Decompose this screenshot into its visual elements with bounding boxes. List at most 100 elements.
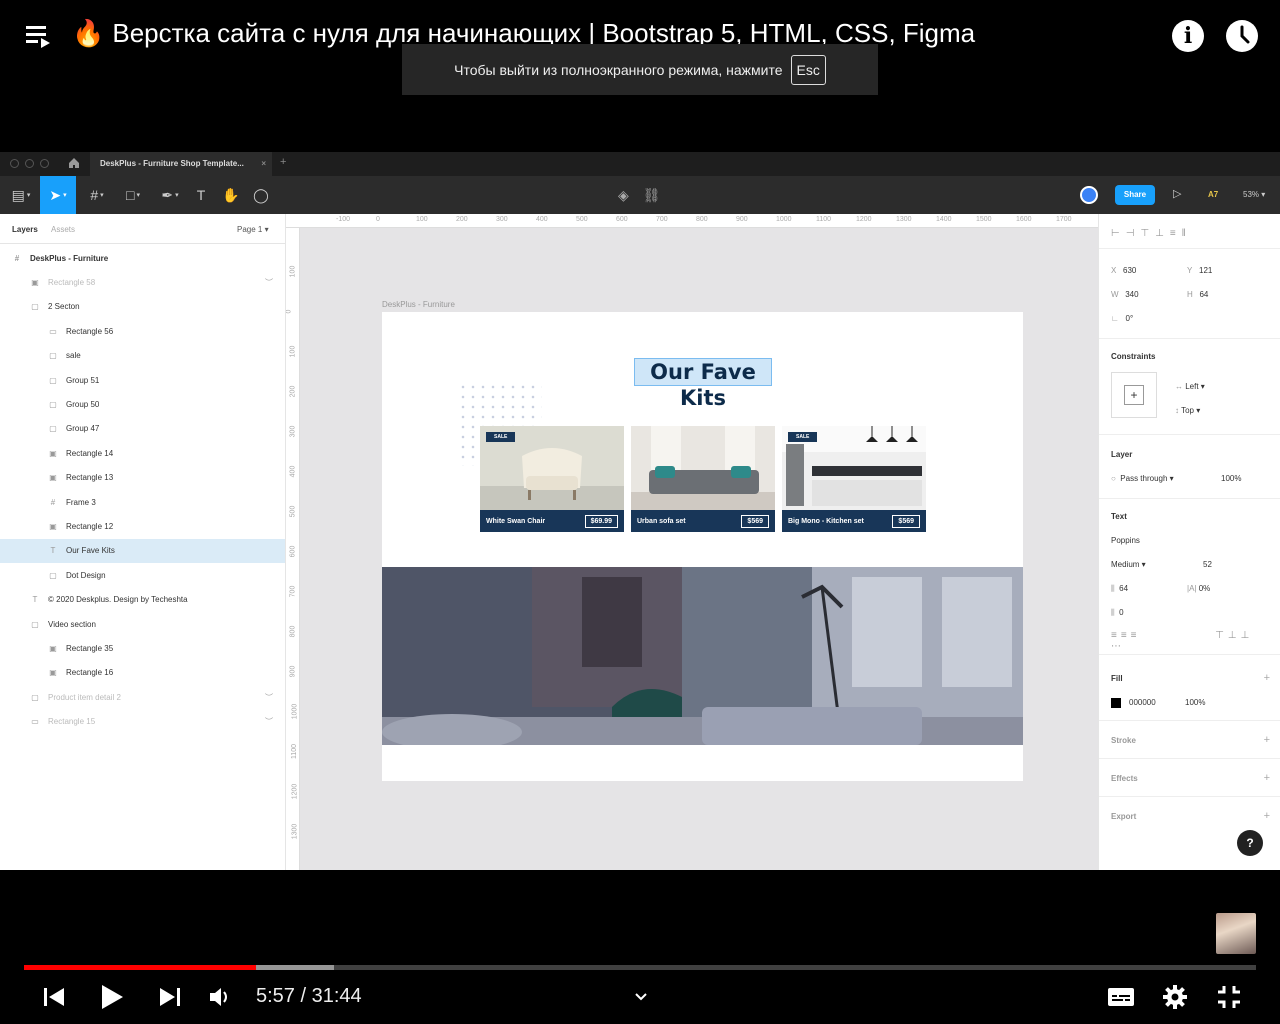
pen-tool-icon: ✒ ▾ [161,186,179,203]
ruler-tick: 1600 [1016,216,1032,223]
ruler-tick: 1000 [291,703,299,720]
figma-canvas: -100 0 100 200 300 400 500 600 700 800 900 1000 1100… [286,214,1098,870]
new-tab-icon: + [280,156,287,168]
group-icon: ▢ [31,619,39,629]
layer-row: ▢ 2 Secton [0,295,285,319]
ruler-tick: 300 [289,425,297,438]
ruler-tick: 500 [289,505,297,518]
rotation-field: ∟ 0° [1111,314,1134,323]
ruler-tick: 900 [289,665,297,678]
rect-icon: ▭ [49,326,57,336]
constraints-title: Constraints [1111,352,1156,361]
window-controls [10,159,49,168]
layer-row: T © 2020 Deskplus. Design by Techeshta [0,588,285,612]
frame-icon: # [14,253,20,263]
previous-button[interactable] [40,982,68,1012]
progress-bar[interactable] [24,965,1256,970]
group-icon: ▢ [49,399,57,409]
played-bar [24,965,257,970]
ruler-tick: 0 [286,309,293,314]
avatar [1080,186,1098,204]
layer-row: ▢ Group 51 [0,368,285,392]
layer-label: Group 50 [66,399,100,409]
group-icon: ▢ [49,424,57,434]
zoom-level: 53% ▾ [1243,190,1266,199]
fill-row: 000000 [1111,698,1156,708]
ruler-tick: 0 [376,216,380,223]
ruler-tick: 200 [289,385,297,398]
export-title: Export [1111,812,1137,821]
layer-title: Layer [1111,450,1133,459]
video-frame[interactable]: DeskPlus - Furniture Shop Template... × … [0,152,1280,870]
fill-title: Fill [1111,674,1123,683]
ruler-tick: 800 [696,216,708,223]
card-caption: White Swan Chair $69.99 [480,510,624,532]
fill-opacity: 100% [1185,698,1206,707]
chapters-chevron[interactable] [630,982,652,1012]
volume-icon [210,988,227,1006]
add-export-icon: + [1263,810,1270,822]
layer-label: Rectangle 12 [66,521,114,531]
exit-fullscreen-button[interactable] [1214,982,1244,1012]
sofa-image [631,426,775,510]
volume-button[interactable] [206,982,234,1012]
video-section-image [382,567,1023,745]
ruler-tick: -100 [336,216,351,223]
subtitles-button[interactable] [1106,982,1136,1012]
layer-label: Rectangle 14 [66,448,114,458]
ruler-tick: 300 [496,216,508,223]
playlist-icon[interactable] [26,24,54,50]
info-icon[interactable]: i [1172,20,1204,52]
text-title: Text [1111,512,1127,521]
ruler-tick: 600 [289,545,297,558]
paragraph-spacing: ⫼ 0 [1111,608,1124,617]
design-panel: ⊢⊣⊤⊥≡‖ X 630 Y 121 W 340 H 64 ∟ 0° Const… [1098,214,1280,870]
layer-opacity: 100% [1221,474,1242,483]
ruler-tick: 700 [289,585,297,598]
play-icon [102,985,123,1009]
height-field: H 64 [1187,290,1209,299]
component-icon: ◈ [618,187,629,203]
layer-label: Product item detail 2 [48,692,121,702]
text-icon: T [50,546,56,556]
layer-label: sale [66,351,81,361]
next-button[interactable] [156,982,184,1012]
layer-row: ▣ Rectangle 58 ︶ [0,270,285,294]
play-button[interactable] [96,982,128,1012]
text-tool-icon: T [196,187,206,203]
group-icon: ▢ [49,351,57,361]
layer-label: Rectangle 16 [66,668,114,678]
image-icon: ▣ [49,473,57,483]
ruler-tick: 1700 [1056,216,1072,223]
channel-thumbnail[interactable] [1216,913,1256,954]
layer-row: ▣ Rectangle 35 [0,636,285,660]
letter-spacing: |A| 0% [1187,584,1211,593]
selected-headline: Our Fave Kits [634,358,772,410]
hand-tool-icon: ✋ [222,186,240,203]
fullscreen-hint: Чтобы выйти из полноэкранного режима, на… [454,61,783,78]
ruler-tick: 800 [289,625,297,638]
card-caption: Big Mono - Kitchen set $569 [782,510,926,532]
layer-row: ▣ Rectangle 16 [0,661,285,685]
skip-previous-icon [44,988,64,1006]
main-menu-icon: ▤ ▾ [11,186,31,203]
settings-button[interactable] [1160,982,1190,1012]
effects-title: Effects [1111,774,1138,783]
tab-assets: Assets [51,225,76,234]
group-icon: ▢ [49,570,57,580]
layer-row: ▢ Group 50 [0,392,285,416]
layer-row: ▣ Rectangle 13 [0,466,285,490]
clock-icon[interactable] [1226,20,1258,52]
ruler-tick: 1200 [856,216,872,223]
layer-row: ▢ Product item detail 2 ︶ [0,685,285,709]
sale-badge: SALE [486,432,516,442]
expand-icon: ︶ [265,277,273,287]
product-card: SALE White Swan Chair $69.99 [480,426,624,532]
user-badge: A7 [1208,190,1219,199]
layer-row: ▣ Rectangle 14 [0,441,285,465]
frame-tool-icon: # ▾ [90,187,104,203]
fullscreen-toast: Чтобы выйти из полноэкранного режима, на… [402,44,878,95]
layer-label: Video section [48,619,96,629]
ruler-tick: 100 [289,265,297,278]
close-icon: × [261,159,266,168]
